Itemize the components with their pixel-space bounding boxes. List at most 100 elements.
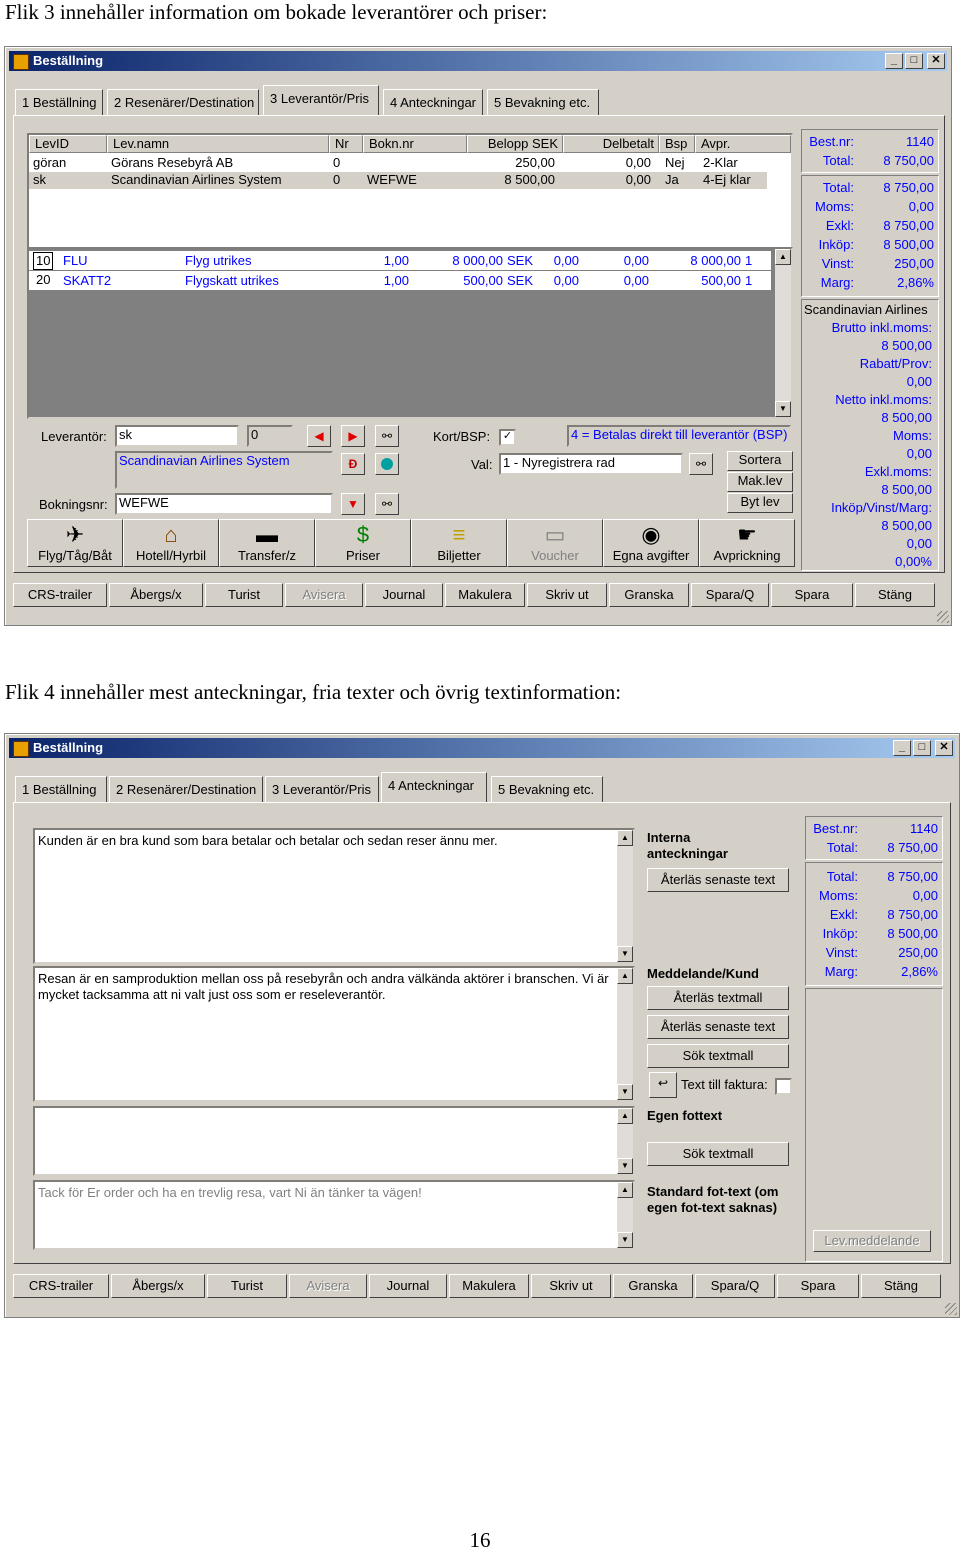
spara-q-button[interactable]: Spara/Q — [691, 583, 769, 607]
makulera-button[interactable]: Makulera — [445, 583, 525, 607]
invoice-arrow-icon[interactable]: ↩ — [649, 1072, 677, 1098]
cell-rownum[interactable]: 20 — [33, 272, 53, 288]
next-arrow-icon[interactable]: ▶ — [341, 425, 365, 447]
col-header-belopp[interactable]: Belopp SEK — [467, 135, 563, 153]
tab-resenarer[interactable]: 2 Resenärer/Destination — [107, 89, 259, 115]
lev-meddelande-button[interactable]: Lev.meddelande — [813, 1230, 931, 1252]
crs-trailer-button[interactable]: CRS-trailer — [13, 583, 107, 607]
binoculars-icon[interactable]: ⚯ — [375, 493, 399, 515]
biljetter-button[interactable]: ≡ Biljetter — [411, 519, 507, 567]
stang-button[interactable]: Stäng — [855, 583, 935, 607]
scroll-up-icon[interactable]: ▲ — [617, 1108, 633, 1124]
tab-bevakning[interactable]: 5 Bevakning etc. — [487, 89, 599, 115]
resize-grip-icon[interactable] — [945, 1303, 957, 1315]
sortera-button[interactable]: Sortera — [727, 451, 793, 471]
standard-footer-scrollbar[interactable]: ▲ ▼ — [617, 1182, 633, 1248]
spara-button[interactable]: Spara — [777, 1274, 859, 1298]
tab-bestallning[interactable]: 1 Beställning — [15, 89, 103, 115]
turist-button[interactable]: Turist — [207, 1274, 287, 1298]
customer-message-textarea[interactable]: Resan är en samproduktion mellan oss på … — [33, 966, 635, 1102]
tab-leverantor-pris[interactable]: 3 Leverantör/Pris — [263, 85, 379, 115]
scroll-down-icon[interactable]: ▼ — [617, 946, 633, 962]
journal-button[interactable]: Journal — [365, 583, 443, 607]
col-header-boknnr[interactable]: Bokn.nr — [363, 135, 467, 153]
scroll-up-icon[interactable]: ▲ — [775, 249, 791, 265]
internal-notes-scrollbar[interactable]: ▲ ▼ — [617, 830, 633, 962]
skriv-ut-button[interactable]: Skriv ut — [527, 583, 607, 607]
price-grid-scrollbar[interactable]: ▲ ▼ — [775, 249, 791, 417]
tab-anteckningar[interactable]: 4 Anteckningar — [383, 89, 483, 115]
tab-anteckningar[interactable]: 4 Anteckningar — [381, 772, 487, 802]
minimize-button[interactable]: _ — [885, 53, 903, 69]
scroll-down-icon[interactable]: ▼ — [775, 401, 791, 417]
stang-button[interactable]: Stäng — [861, 1274, 941, 1298]
spara-q-button[interactable]: Spara/Q — [695, 1274, 775, 1298]
internal-notes-textarea[interactable]: Kunden är en bra kund som bara betalar o… — [33, 828, 635, 964]
footer-scrollbar[interactable]: ▲ ▼ — [617, 1108, 633, 1174]
voucher-button[interactable]: ▭ Voucher — [507, 519, 603, 567]
document-icon[interactable]: Ð — [341, 453, 365, 475]
binoculars-icon[interactable]: ⚯ — [689, 453, 713, 475]
search-template-button[interactable]: Sök textmall — [647, 1044, 789, 1068]
col-header-avpr[interactable]: Avpr. — [695, 135, 791, 153]
scroll-down-icon[interactable]: ▼ — [617, 1084, 633, 1100]
transfer-button[interactable]: ▬ Transfer/z — [219, 519, 315, 567]
scroll-down-icon[interactable]: ▼ — [617, 1232, 633, 1248]
col-header-levnamn[interactable]: Lev.namn — [107, 135, 329, 153]
tab-leverantor-pris[interactable]: 3 Leverantör/Pris — [265, 776, 379, 802]
own-footer-textarea[interactable] — [33, 1106, 635, 1176]
mak-lev-button[interactable]: Mak.lev — [727, 472, 793, 492]
turist-button[interactable]: Turist — [205, 583, 283, 607]
restore-template-button[interactable]: Återläs textmall — [647, 986, 789, 1010]
flyg-button[interactable]: ✈ Flyg/Tåg/Båt — [27, 519, 123, 567]
globe-icon[interactable] — [375, 453, 399, 475]
price-row[interactable]: 20 SKATT2 Flygskatt utrikes 1,00 500,00 … — [29, 271, 771, 290]
prev-arrow-icon[interactable]: ◀ — [307, 425, 331, 447]
leverantor-input[interactable]: sk — [115, 425, 239, 447]
byt-lev-button[interactable]: Byt lev — [727, 493, 793, 513]
resize-grip-icon[interactable] — [937, 611, 949, 623]
standard-footer-textarea[interactable]: Tack för Er order och ha en trevlig resa… — [33, 1180, 635, 1250]
col-header-nr[interactable]: Nr — [329, 135, 363, 153]
bokningsnr-input[interactable]: WEFWE — [115, 493, 333, 515]
granska-button[interactable]: Granska — [609, 583, 689, 607]
avprickning-button[interactable]: ☛ Avprickning — [699, 519, 795, 567]
price-row[interactable]: 10 FLU Flyg utrikes 1,00 8 000,00 SEK 0,… — [29, 251, 771, 270]
close-button[interactable]: ✕ — [927, 53, 945, 69]
maximize-button[interactable]: □ — [913, 740, 931, 756]
avisera-button[interactable]: Avisera — [285, 583, 363, 607]
spara-button[interactable]: Spara — [771, 583, 853, 607]
skriv-ut-button[interactable]: Skriv ut — [531, 1274, 611, 1298]
egna-avgifter-button[interactable]: ◉ Egna avgifter — [603, 519, 699, 567]
maximize-button[interactable]: □ — [905, 53, 923, 69]
minimize-button[interactable]: _ — [893, 740, 911, 756]
scroll-up-icon[interactable]: ▲ — [617, 1182, 633, 1198]
restore-latest-message-button[interactable]: Återläs senaste text — [647, 1015, 789, 1039]
col-header-bsp[interactable]: Bsp — [659, 135, 695, 153]
tab-bevakning[interactable]: 5 Bevakning etc. — [491, 776, 603, 802]
makulera-button[interactable]: Makulera — [449, 1274, 529, 1298]
down-arrow-icon[interactable]: ▼ — [341, 493, 365, 515]
scroll-down-icon[interactable]: ▼ — [617, 1158, 633, 1174]
abergs-button[interactable]: Åbergs/x — [111, 1274, 205, 1298]
search-template-footer-button[interactable]: Sök textmall — [647, 1142, 789, 1166]
avisera-button[interactable]: Avisera — [289, 1274, 367, 1298]
crs-trailer-button[interactable]: CRS-trailer — [13, 1274, 109, 1298]
binoculars-icon[interactable]: ⚯ — [375, 425, 399, 447]
val-select[interactable]: 1 - Nyregistrera rad — [499, 453, 683, 475]
tab-resenarer[interactable]: 2 Resenärer/Destination — [109, 776, 263, 802]
scroll-up-icon[interactable]: ▲ — [617, 968, 633, 984]
kort-bsp-checkbox[interactable]: ✓ — [499, 429, 516, 446]
col-header-delbetalt[interactable]: Delbetalt — [563, 135, 659, 153]
col-header-levid[interactable]: LevID — [29, 135, 107, 153]
table-row[interactable]: göran Görans Resebyrå AB 0 250,00 0,00 N… — [29, 155, 791, 172]
message-scrollbar[interactable]: ▲ ▼ — [617, 968, 633, 1100]
priser-button[interactable]: $ Priser — [315, 519, 411, 567]
scroll-up-icon[interactable]: ▲ — [617, 830, 633, 846]
close-button[interactable]: ✕ — [935, 740, 953, 756]
abergs-button[interactable]: Åbergs/x — [109, 583, 203, 607]
journal-button[interactable]: Journal — [369, 1274, 447, 1298]
invoice-text-checkbox[interactable] — [775, 1078, 792, 1095]
hotell-button[interactable]: ⌂ Hotell/Hyrbil — [123, 519, 219, 567]
granska-button[interactable]: Granska — [613, 1274, 693, 1298]
